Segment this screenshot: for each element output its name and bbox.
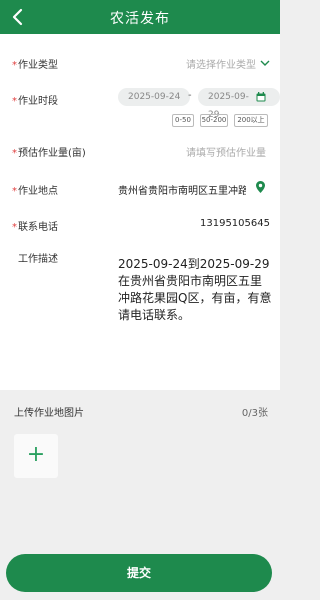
chevron-down-icon[interactable] xyxy=(260,59,270,67)
phone-input[interactable]: 13195105645 xyxy=(200,218,270,229)
work-type-label: 作业类型 xyxy=(18,60,58,71)
end-date-picker[interactable]: 2025-09-29 xyxy=(198,88,280,120)
work-type-select[interactable]: 请选择作业类型 xyxy=(186,56,256,71)
quick-option-chip[interactable]: 200以上 xyxy=(234,114,268,127)
location-field[interactable]: 贵州省贵阳市南明区五里冲路 xyxy=(118,182,246,197)
phone-label: 联系电话 xyxy=(18,222,58,233)
plus-icon: + xyxy=(26,442,46,467)
required-mark: * xyxy=(12,186,17,197)
quick-option-chip[interactable]: 50-200 xyxy=(200,114,228,127)
quick-option-chip[interactable]: 0-50 xyxy=(172,114,194,127)
work-period-label: 作业时段 xyxy=(18,96,58,107)
estimated-amount-input[interactable]: 请填写预估作业量 xyxy=(186,144,266,159)
description-textarea[interactable]: 2025-09-24到2025-09-29在贵州省贵阳市南明区五里冲路花果园Q区… xyxy=(118,256,273,324)
app-header: 农活发布 xyxy=(0,0,280,34)
required-mark: * xyxy=(12,96,17,107)
date-separator: - xyxy=(188,90,192,101)
upload-count: 0/3张 xyxy=(241,408,268,419)
page-title: 农活发布 xyxy=(110,11,170,27)
add-image-button[interactable]: + xyxy=(14,434,58,478)
upload-section: 上传作业地图片 0/3张 + xyxy=(0,398,280,488)
start-date-picker[interactable]: 2025-09-24 xyxy=(118,88,191,106)
required-mark: * xyxy=(12,60,17,71)
phone-row: *联系电话 13195105645 xyxy=(0,216,280,236)
required-mark: * xyxy=(12,148,17,159)
submit-button[interactable]: 提交 xyxy=(6,554,272,592)
calendar-icon[interactable] xyxy=(256,92,266,102)
estimated-amount-row: *预估作业量(亩) 请填写预估作业量 xyxy=(0,142,280,162)
description-label: 工作描述 xyxy=(18,254,58,265)
location-label: 作业地点 xyxy=(18,186,58,197)
required-mark: * xyxy=(12,222,17,233)
work-period-row: *作业时段 2025-09-24 - 2025-09-29 0-50 50-20… xyxy=(0,88,280,132)
work-type-row[interactable]: *作业类型 请选择作业类型 xyxy=(0,54,280,74)
location-pin-icon[interactable] xyxy=(256,181,265,193)
upload-label: 上传作业地图片 xyxy=(14,408,84,419)
estimated-amount-label: 预估作业量(亩) xyxy=(18,148,86,159)
form-card: *作业类型 请选择作业类型 *作业时段 2025-09-24 - 2025-09… xyxy=(0,34,280,390)
location-row[interactable]: *作业地点 贵州省贵阳市南明区五里冲路 xyxy=(0,180,280,200)
